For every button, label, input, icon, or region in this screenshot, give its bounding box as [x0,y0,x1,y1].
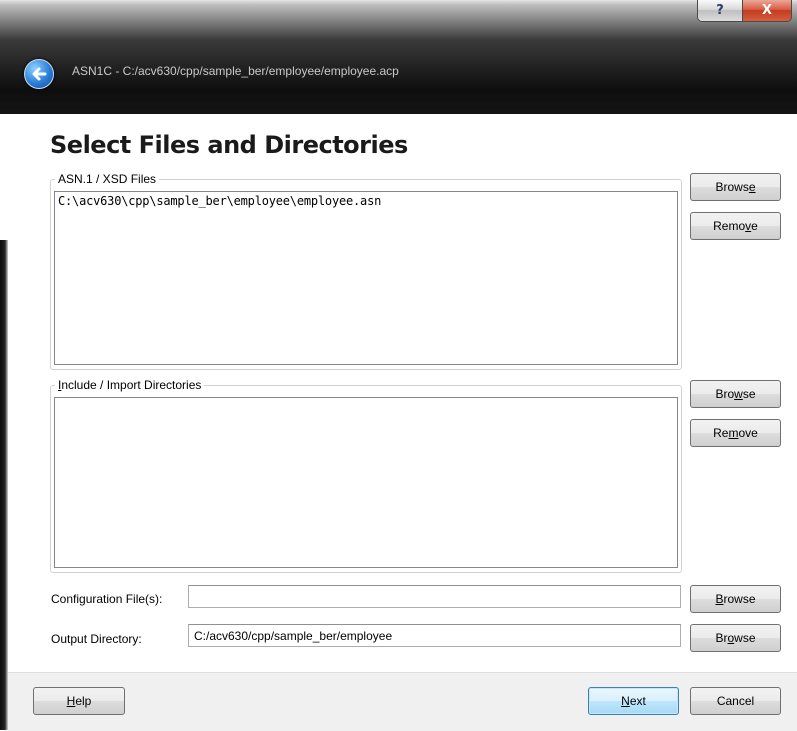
config-file-label: Configuration File(s): [51,592,163,606]
include-dirs-browse-button[interactable]: Bro w se [690,380,781,408]
caption-buttons: ? X [697,0,792,22]
title-bar [0,0,797,114]
back-arrow-icon [32,67,47,81]
window-left-edge [0,240,8,730]
help-caption-button[interactable]: ? [697,0,743,22]
asn-files-list[interactable]: C:\acv630\cpp\sample_ber\employee\employ… [54,191,678,365]
window-title: ASN1C - C:/acv630/cpp/sample_ber/employe… [72,64,399,78]
config-file-browse-button[interactable]: Browse [690,585,781,613]
include-dirs-legend: Include / Import Directories [58,378,202,392]
include-dirs-remove-button[interactable]: Re m ove [690,419,781,447]
output-dir-browse-button[interactable]: Br o wse [690,624,781,652]
asn-files-browse-button[interactable]: Brows e [690,173,781,201]
next-button[interactable]: Next [588,687,679,715]
page-title: Select Files and Directories [50,131,408,159]
close-caption-button[interactable]: X [743,0,792,22]
list-item[interactable]: C:\acv630\cpp\sample_ber\employee\employ… [55,192,677,208]
cancel-button[interactable]: Cancel [690,687,781,715]
back-button[interactable] [24,59,54,89]
config-file-field[interactable] [188,585,681,608]
output-dir-label: Output Directory: [51,632,142,646]
help-button[interactable]: Help [33,687,125,715]
asn-files-legend: ASN.1 / XSD Files [58,172,157,186]
output-dir-field[interactable]: C:/acv630/cpp/sample_ber/employee [188,624,681,647]
asn-files-remove-button[interactable]: Remo v e [690,212,781,240]
include-dirs-list[interactable] [54,397,678,568]
